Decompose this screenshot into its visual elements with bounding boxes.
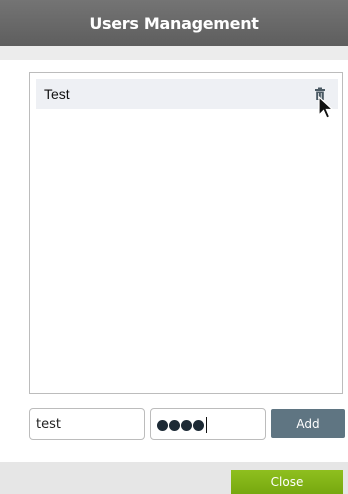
password-dot	[169, 419, 180, 431]
password-input[interactable]	[150, 408, 266, 440]
close-button[interactable]: Close	[231, 470, 343, 494]
password-dot	[193, 419, 204, 431]
user-name: Test	[44, 86, 70, 102]
add-user-button[interactable]: Add	[271, 409, 345, 438]
password-mask	[157, 417, 207, 433]
mouse-cursor-icon	[317, 95, 335, 122]
password-dot	[157, 419, 168, 431]
user-list-item[interactable]: Test	[36, 79, 338, 109]
dialog-title: Users Management	[89, 13, 259, 33]
password-dot	[181, 419, 192, 431]
users-management-dialog: Users Management Test test Add Close	[0, 0, 348, 494]
text-caret	[206, 417, 207, 433]
header-gap	[0, 46, 348, 60]
username-input[interactable]	[29, 408, 145, 440]
users-list[interactable]: Test	[29, 72, 343, 394]
dialog-header: Users Management	[0, 0, 348, 46]
